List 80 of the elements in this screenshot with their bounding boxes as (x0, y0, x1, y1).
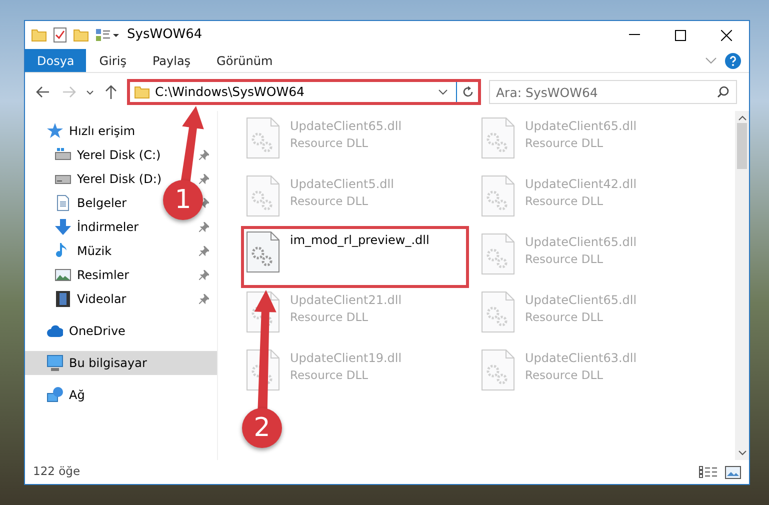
sidebar-item[interactable]: Belgeler (55, 191, 127, 215)
address-bar[interactable]: C:\Windows\SysWOW64 (127, 79, 481, 105)
pin-icon[interactable] (199, 222, 209, 232)
sidebar-item[interactable]: Yerel Disk (C:) (55, 143, 161, 167)
vertical-scrollbar[interactable] (735, 111, 749, 460)
large-icons-view-icon[interactable] (725, 466, 741, 478)
sidebar-item[interactable]: Müzik (55, 239, 112, 263)
download-arrow-icon (55, 219, 71, 235)
sidebar-item[interactable]: Ağ (47, 383, 209, 407)
close-icon (720, 30, 732, 40)
sidebar-item[interactable]: Hızlı erişim (47, 119, 209, 143)
dll-file-icon (246, 117, 280, 159)
scroll-up-icon[interactable] (738, 115, 746, 121)
file-type: Resource DLL (290, 135, 370, 152)
sidebar-item[interactable]: Videolar (55, 287, 126, 311)
search-field[interactable]: Ara: SysWOW64 (489, 80, 737, 104)
maximize-icon (674, 30, 686, 40)
file-type: Resource DLL (290, 193, 370, 210)
file-item[interactable]: im_mod_rl_preview_.dll (242, 227, 468, 287)
star-icon (47, 123, 63, 139)
sidebar-item[interactable]: Yerel Disk (D:) (55, 167, 162, 191)
dll-file-icon (246, 231, 280, 273)
minimize-icon (628, 34, 640, 36)
file-type: Resource DLL (525, 135, 604, 152)
dll-file-icon (481, 175, 515, 217)
file-name: UpdateClient65.dll (525, 292, 637, 309)
file-name: UpdateClient65.dll (525, 118, 637, 135)
pin-icon[interactable] (199, 270, 209, 280)
properties-icon[interactable] (53, 27, 67, 43)
scroll-down-icon[interactable] (738, 450, 746, 456)
pin-icon[interactable] (199, 150, 209, 160)
sidebar-item[interactable]: Bu bilgisayar (25, 351, 217, 375)
file-name: UpdateClient65.dll (525, 234, 637, 251)
pin-icon[interactable] (199, 294, 209, 304)
pin-icon[interactable] (199, 246, 209, 256)
file-name: im_mod_rl_preview_.dll (290, 232, 430, 249)
dll-file-icon (481, 349, 515, 391)
monitor-icon (47, 355, 63, 371)
forward-arrow-icon (62, 86, 76, 98)
sidebar-item[interactable]: OneDrive (47, 319, 209, 343)
sidebar-item[interactable]: Resimler (55, 263, 130, 287)
file-type: Resource DLL (290, 309, 370, 326)
pin-icon[interactable] (199, 174, 209, 184)
file-type: Resource DLL (525, 251, 604, 268)
network-icon (47, 387, 63, 403)
dll-file-icon (481, 233, 515, 275)
scroll-thumb[interactable] (737, 123, 747, 169)
chevron-down-icon[interactable] (438, 89, 448, 95)
window-title: SysWOW64 (127, 26, 202, 44)
film-icon (55, 291, 71, 307)
dll-file-icon (481, 291, 515, 333)
document-icon (55, 195, 71, 211)
ribbon-tab[interactable]: Dosya (25, 49, 86, 72)
file-name: UpdateClient19.dll (290, 350, 402, 367)
drive-icon (55, 147, 71, 163)
file-name: UpdateClient65.dll (290, 118, 402, 135)
file-type: Resource DLL (290, 367, 370, 384)
back-arrow-icon (36, 86, 50, 98)
dll-file-icon (481, 117, 515, 159)
picture-icon (55, 267, 71, 283)
file-name: UpdateClient42.dll (525, 176, 637, 193)
caret-icon (86, 90, 94, 94)
ribbon-tab[interactable]: Görünüm (204, 49, 286, 72)
customize-toolbar-icon[interactable] (95, 28, 119, 42)
cloud-icon (47, 323, 63, 339)
ribbon-tab[interactable]: Giriş (86, 49, 140, 72)
sidebar-item[interactable]: İndirmeler (55, 215, 139, 239)
file-name: UpdateClient21.dll (290, 292, 402, 309)
file-type: Resource DLL (525, 193, 604, 210)
folder-icon (134, 85, 150, 99)
file-type: Resource DLL (525, 367, 604, 384)
file-name: UpdateClient5.dll (290, 176, 394, 193)
ribbon-tab[interactable]: Paylaş (139, 49, 204, 72)
details-view-icon[interactable] (699, 466, 717, 478)
item-count: 122 öğe (33, 463, 80, 480)
file-type: Resource DLL (525, 309, 604, 326)
dll-file-icon (246, 175, 280, 217)
file-name: UpdateClient63.dll (525, 350, 637, 367)
search-icon[interactable] (717, 86, 729, 98)
up-arrow-icon (105, 85, 117, 99)
